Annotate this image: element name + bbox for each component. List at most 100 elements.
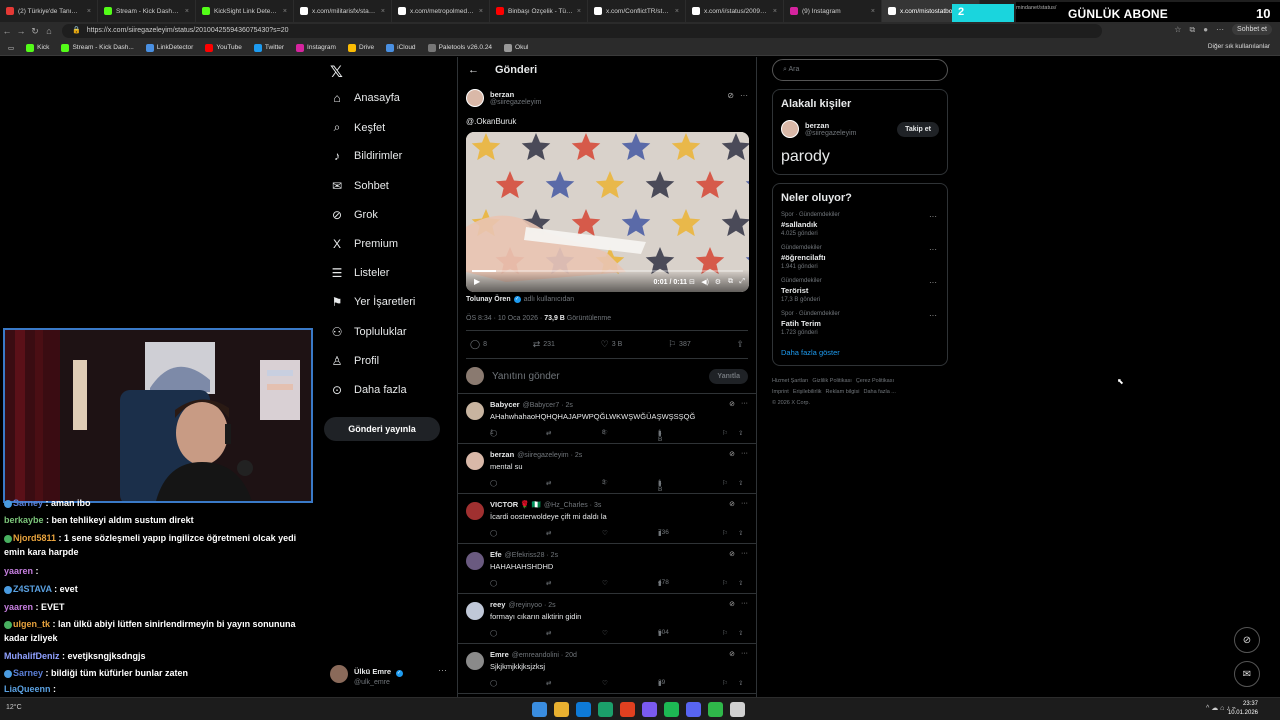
taskbar-app-icon[interactable] <box>554 702 569 717</box>
extensions-icon[interactable]: ⧉ <box>1189 25 1195 35</box>
tab-close-icon[interactable]: × <box>871 8 875 15</box>
reply-author-name[interactable]: VICTOR 🌹 🇳🇬 <box>490 500 541 509</box>
tab-close-icon[interactable]: × <box>675 8 679 15</box>
clock[interactable]: 23:37 10.01.2026 <box>1228 700 1258 718</box>
more-dots-icon[interactable]: ··· <box>929 212 937 221</box>
footer-link[interactable]: Daha fazla ... <box>863 389 895 395</box>
grok-icon[interactable]: ⊘ <box>729 400 735 408</box>
trend-item[interactable]: Spor · Gündemdekiler #sallandık 4.025 gönd… <box>781 212 939 237</box>
bookmark-item[interactable]: Okul <box>504 43 528 52</box>
bookmark-item[interactable]: Kick <box>26 43 49 52</box>
chat-username[interactable]: yaaren <box>4 602 33 612</box>
attribution-name[interactable]: Tolunay Ören <box>466 296 511 303</box>
forward-icon[interactable]: → <box>14 26 28 36</box>
more-dots-icon[interactable]: ··· <box>741 650 748 658</box>
reply-item[interactable]: reey @reyinyoo · 2s formayı cıkarın alktir… <box>458 594 756 644</box>
reply-item[interactable]: Emre @emreandolini · 20d Sjkjkmjkkjksjzksj… <box>458 644 756 694</box>
related-name[interactable]: berzan <box>805 121 856 130</box>
taskbar-app-icon[interactable] <box>686 702 701 717</box>
reply-author-name[interactable]: reey <box>490 600 505 609</box>
chat-username[interactable]: Sarney <box>13 668 43 678</box>
tab-close-icon[interactable]: × <box>87 8 91 15</box>
pip-icon[interactable]: ⧉ <box>728 278 733 286</box>
reply-item[interactable]: Babycer @Babycer7 · 2s AHahwhahaoHQHQHAJAP… <box>458 394 756 444</box>
avatar[interactable] <box>781 120 799 138</box>
bookmark-item[interactable]: Twitter <box>253 43 284 52</box>
more-dots-icon[interactable]: ··· <box>438 665 447 675</box>
taskbar-app-icon[interactable] <box>642 702 657 717</box>
reply-button[interactable]: ◯ 8 <box>470 339 487 350</box>
bookmark-other-folder[interactable]: Diğer sık kullanılanlar <box>1208 43 1270 50</box>
reply-item[interactable]: VICTOR 🌹 🇳🇬 @Hz_Charles · 3s İcardi ooster… <box>458 494 756 544</box>
weather-widget[interactable]: 12°C <box>6 704 22 711</box>
chat-username[interactable]: MuhalifDeniz <box>4 651 60 661</box>
taskbar-app-icon[interactable] <box>708 702 723 717</box>
bookmark-item[interactable]: Stream - Kick Dash... <box>61 43 134 52</box>
taskbar-app-icon[interactable] <box>598 702 613 717</box>
tab-close-icon[interactable]: × <box>479 8 483 15</box>
grok-icon[interactable]: ⊘ <box>729 650 735 658</box>
grok-icon[interactable]: ⊘ <box>729 550 735 558</box>
avatar[interactable] <box>466 602 484 620</box>
nav-item-5[interactable]: X Premium <box>330 237 398 251</box>
more-dots-icon[interactable]: ··· <box>741 450 748 458</box>
author-name[interactable]: berzan <box>490 90 541 99</box>
more-dots-icon[interactable]: ··· <box>929 245 937 254</box>
chat-username[interactable]: LiaQueenn <box>4 684 51 694</box>
more-dots-icon[interactable]: ··· <box>741 600 748 608</box>
post-timestamp[interactable]: ÖS 8:34 · 10 Oca 2026 · <box>466 315 544 322</box>
bookmark-item[interactable]: YouTube <box>205 43 242 52</box>
tab-close-icon[interactable]: × <box>185 8 189 15</box>
browser-tab[interactable]: x.com/ConflictTR/status/2 × <box>588 0 686 22</box>
more-dots-icon[interactable]: ··· <box>741 400 748 408</box>
home-icon[interactable]: ⌂ <box>42 26 56 36</box>
avatar[interactable] <box>466 502 484 520</box>
trend-item[interactable]: Spor · Gündemdekiler Fatih Terim 1.723 gön… <box>781 311 939 336</box>
tab-close-icon[interactable]: × <box>381 8 385 15</box>
nav-item-9[interactable]: ♙ Profil <box>330 354 379 368</box>
repost-button[interactable]: ⇄ 231 <box>533 339 555 350</box>
footer-link[interactable]: Hizmet Şartları <box>772 378 808 384</box>
back-icon[interactable]: ← <box>0 26 14 36</box>
video-player[interactable]: ▶ 0:01 / 0:11 ⊟ ◀) ⚙ ⧉ ⤢ <box>466 132 749 292</box>
more-dots-icon[interactable]: ··· <box>741 550 748 558</box>
x-logo-icon[interactable]: 𝕏 <box>330 62 343 82</box>
show-more-link[interactable]: Daha fazla göster <box>781 348 939 357</box>
avatar[interactable] <box>466 402 484 420</box>
nav-item-7[interactable]: ⚑ Yer İşaretleri <box>330 295 416 309</box>
bookmark-menu-icon[interactable]: ▭ <box>8 44 14 52</box>
chat-username[interactable]: yaaren <box>4 566 33 576</box>
like-button[interactable]: ♡ 3 B <box>601 339 623 350</box>
nav-item-8[interactable]: ⚇ Topluluklar <box>330 325 407 339</box>
nav-item-3[interactable]: ✉ Sohbet <box>330 179 389 193</box>
footer-link[interactable]: Çerez Politikası <box>856 378 894 384</box>
trend-item[interactable]: Gündemdekiler Terörist 17,3 B gönderi ··· <box>781 278 939 303</box>
reply-item[interactable]: Efe @Efekriss28 · 2s HAHAHAHSHDHD ⊘ ··· ◯ ⇄ ♡… <box>458 544 756 594</box>
more-dots-icon[interactable]: ··· <box>929 278 937 287</box>
reply-item[interactable]: berzan @siiregazeleyim · 2s mental su ⊘ ··· ◯… <box>458 444 756 494</box>
browser-tab[interactable]: x.com/militarisfx/status/2 × <box>294 0 392 22</box>
video-progress-bar[interactable] <box>472 270 743 272</box>
tab-close-icon[interactable]: × <box>283 8 287 15</box>
grok-icon[interactable]: ⊘ <box>727 91 734 100</box>
back-arrow-icon[interactable]: ← <box>468 64 479 76</box>
reply-author-name[interactable]: Emre <box>490 650 509 659</box>
browser-tab[interactable]: KickSight Link Detector × <box>196 0 294 22</box>
taskbar-app-icon[interactable] <box>664 702 679 717</box>
settings-icon[interactable]: ⚙ <box>715 278 721 286</box>
nav-item-10[interactable]: ⊙ Daha fazla <box>330 383 407 397</box>
grok-icon[interactable]: ⊘ <box>729 500 735 508</box>
footer-link[interactable]: Gizlilik Politikası <box>812 378 851 384</box>
bookmark-item[interactable]: LinkDetector <box>145 43 193 52</box>
profile-icon[interactable]: ● <box>1203 25 1208 34</box>
browser-tab[interactable]: (9) Instagram × <box>784 0 882 22</box>
avatar[interactable] <box>466 89 484 107</box>
tab-close-icon[interactable]: × <box>577 8 581 15</box>
share-button[interactable]: ⇪ <box>736 339 744 350</box>
bookmark-item[interactable]: Instagram <box>296 43 336 52</box>
footer-link[interactable]: Imprint <box>772 389 789 395</box>
footer-link[interactable]: Erişilebilirlik <box>793 389 822 395</box>
footer-link[interactable]: © 2026 X Corp. <box>772 400 810 406</box>
tab-close-icon[interactable]: × <box>773 8 777 15</box>
volume-icon[interactable]: ◀) <box>701 278 709 286</box>
